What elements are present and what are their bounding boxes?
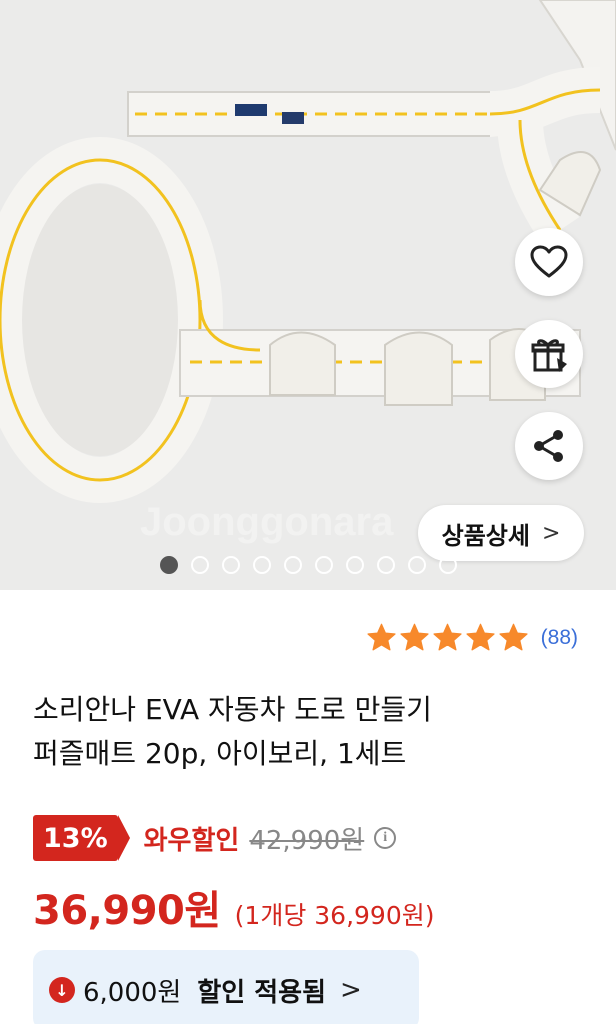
star-icon bbox=[400, 623, 429, 651]
product-photo: Joonggonara bbox=[0, 0, 616, 590]
pagination-dot[interactable] bbox=[346, 556, 364, 574]
arrow-down-icon: ↓ bbox=[49, 977, 75, 1003]
product-title: 소리안나 EVA 자동차 도로 만들기 퍼즐매트 20p, 아이보리, 1세트 bbox=[33, 688, 593, 776]
product-detail-label: 상품상세 bbox=[441, 521, 530, 550]
gift-icon bbox=[531, 339, 567, 372]
star-icon bbox=[367, 623, 396, 651]
coupon-amount: 6,000원 bbox=[83, 977, 182, 1008]
svg-text:Joonggonara: Joonggonara bbox=[140, 500, 394, 544]
pagination-dot[interactable] bbox=[160, 556, 178, 574]
gallery-pagination bbox=[160, 556, 457, 574]
star-icon bbox=[433, 623, 462, 651]
sale-price: 36,990원 bbox=[33, 888, 221, 934]
favorite-button[interactable] bbox=[515, 228, 583, 296]
pagination-dot[interactable] bbox=[439, 556, 457, 574]
product-title-line-1: 소리안나 EVA 자동차 도로 만들기 bbox=[33, 693, 432, 726]
gift-button[interactable] bbox=[515, 320, 583, 388]
pagination-dot[interactable] bbox=[377, 556, 395, 574]
unit-price: (1개당 36,990원) bbox=[234, 901, 435, 930]
pagination-dot[interactable] bbox=[315, 556, 333, 574]
product-image-gallery[interactable]: Joonggonara 상품상세 > bbox=[0, 0, 616, 590]
chevron-right-icon: > bbox=[541, 520, 561, 546]
pagination-dot[interactable] bbox=[222, 556, 240, 574]
share-icon bbox=[534, 430, 563, 462]
original-price: 42,990원 bbox=[249, 825, 365, 856]
pagination-dot[interactable] bbox=[191, 556, 209, 574]
heart-icon bbox=[530, 245, 568, 278]
star-icon bbox=[466, 623, 495, 651]
chevron-right-icon: > bbox=[340, 975, 362, 1005]
price-row: 36,990원 (1개당 36,990원) bbox=[33, 878, 435, 936]
info-icon[interactable]: i bbox=[374, 827, 397, 849]
coupon-message: 할인 적용됨 bbox=[197, 977, 327, 1008]
star-icon bbox=[499, 623, 528, 651]
coupon-applied-banner[interactable]: ↓ 6,000원 할인 적용됨 > bbox=[33, 950, 419, 1024]
rating[interactable]: (88) bbox=[366, 622, 578, 653]
review-count[interactable]: (88) bbox=[541, 626, 578, 650]
discount-percent-badge: 13% bbox=[33, 815, 130, 861]
share-button[interactable] bbox=[515, 412, 583, 480]
discount-row: 13% 와우할인 42,990원 i bbox=[33, 815, 397, 861]
pagination-dot[interactable] bbox=[284, 556, 302, 574]
pagination-dot[interactable] bbox=[408, 556, 426, 574]
product-title-line-2: 퍼즐매트 20p, 아이보리, 1세트 bbox=[33, 737, 407, 770]
pagination-dot[interactable] bbox=[253, 556, 271, 574]
product-detail-button[interactable]: 상품상세 > bbox=[418, 505, 584, 561]
wow-discount-label: 와우할인 bbox=[143, 825, 240, 856]
